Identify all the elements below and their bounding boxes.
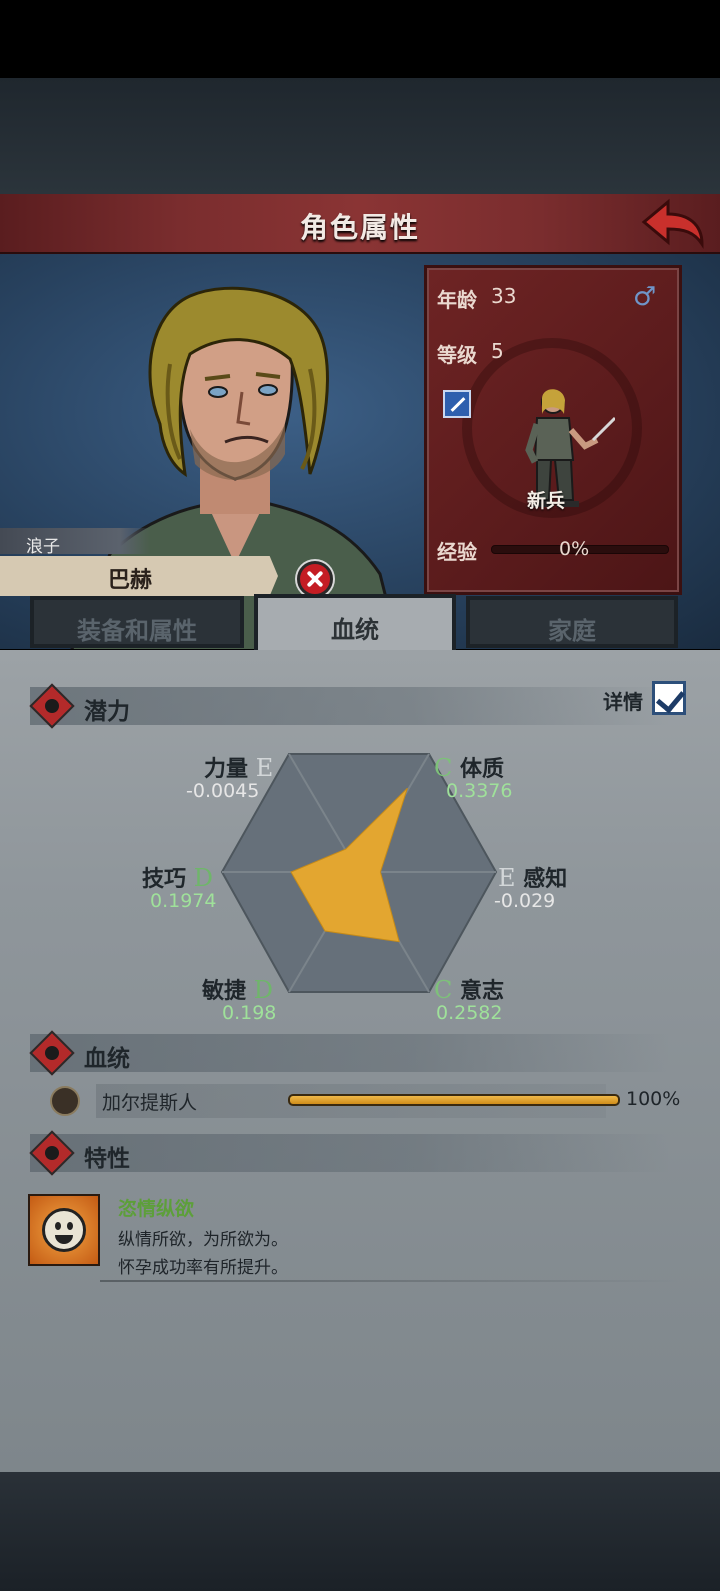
attr-will-name: 意志 — [460, 979, 505, 1004]
trait-description-line2: 怀孕成功率有所提升。 — [118, 1258, 288, 1278]
bloodline-name: 加尔提斯人 — [102, 1092, 198, 1114]
attr-strength-grade: E — [255, 754, 274, 782]
age-value: 33 — [491, 284, 517, 308]
trait-smile-icon[interactable] — [28, 1194, 100, 1266]
attr-constitution-grade: C — [434, 754, 453, 782]
age-label: 年龄 — [437, 288, 477, 312]
trait-name: 恣情纵欲 — [118, 1198, 195, 1220]
smile-face-icon — [42, 1208, 86, 1252]
tab-bloodline[interactable]: 血统 — [254, 594, 456, 652]
attr-will-grade: C — [434, 976, 453, 1004]
attr-perception-name: 感知 — [523, 867, 568, 892]
attr-agility-grade: D — [253, 976, 273, 1004]
attr-strength-label: 力量 E — [204, 751, 273, 783]
potential-section-header: 潜力 — [29, 683, 670, 729]
xp-percent: 0% — [559, 538, 590, 560]
character-name: 巴赫 — [107, 568, 152, 593]
bloodline-progress-bar — [288, 1094, 620, 1106]
bloodline-title: 血统 — [84, 1046, 130, 1072]
tab-bar: 装备和属性 血统 家庭 — [0, 594, 720, 652]
attr-skill-grade: D — [193, 864, 213, 892]
xp-label: 经验 — [437, 540, 477, 564]
attr-strength-value: -0.0045 — [186, 780, 260, 802]
bloodline-emblem-icon — [50, 1086, 80, 1116]
status-bar-area — [0, 0, 720, 78]
detail-label: 详情 — [603, 690, 643, 714]
potential-title: 潜力 — [84, 699, 130, 725]
potential-icon — [29, 683, 75, 729]
attr-perception-label: E 感知 — [498, 861, 567, 893]
attr-constitution-name: 体质 — [460, 757, 505, 782]
bloodline-percent: 100% — [626, 1088, 681, 1110]
male-gender-icon: ♂ — [633, 282, 657, 312]
back-arrow-icon[interactable] — [640, 198, 706, 250]
trait-description-line1: 纵情所欲，为所欲为。 — [118, 1230, 288, 1250]
attr-agility-value: 0.198 — [222, 1002, 277, 1024]
top-backdrop — [0, 78, 720, 194]
attr-skill-name: 技巧 — [142, 867, 187, 892]
rank-label: 新兵 — [527, 490, 566, 512]
attr-strength-name: 力量 — [204, 757, 249, 782]
character-info-card: 年龄 33 ♂ 等级 5 新兵 经验 0% — [424, 265, 682, 595]
traits-title: 特性 — [84, 1146, 130, 1172]
attr-perception-grade: E — [498, 864, 516, 892]
weapon-type-icon[interactable] — [443, 390, 471, 418]
traits-section-header: 特性 — [29, 1130, 670, 1176]
attr-skill-value: 0.1974 — [150, 890, 217, 912]
tab-equipment-attributes[interactable]: 装备和属性 — [30, 596, 244, 648]
attr-will-label: C 意志 — [434, 973, 504, 1005]
dismiss-button[interactable] — [297, 561, 333, 597]
blood-drop-icon — [29, 1030, 75, 1076]
attr-constitution-value: 0.3376 — [446, 780, 513, 802]
detail-checkbox[interactable] — [652, 681, 686, 715]
level-value: 5 — [491, 339, 504, 363]
attr-skill-label: 技巧 D — [142, 861, 213, 893]
attr-constitution-label: C 体质 — [434, 751, 504, 783]
level-label: 等级 — [437, 343, 477, 367]
trait-divider — [100, 1280, 680, 1282]
bottom-backdrop — [0, 1472, 720, 1591]
role-label: 浪子 — [0, 528, 150, 557]
title-bar: 角色属性 — [0, 194, 720, 254]
bloodline-section-header: 血统 — [29, 1030, 670, 1076]
flame-icon — [29, 1130, 75, 1176]
attr-agility-name: 敏捷 — [202, 979, 247, 1004]
attr-agility-label: 敏捷 D — [202, 973, 273, 1005]
page-title: 角色属性 — [299, 211, 420, 244]
attr-will-value: 0.2582 — [436, 1002, 503, 1024]
tab-family[interactable]: 家庭 — [466, 596, 678, 648]
attr-perception-value: -0.029 — [494, 890, 556, 912]
character-name-box[interactable]: 巴赫 — [0, 556, 278, 596]
